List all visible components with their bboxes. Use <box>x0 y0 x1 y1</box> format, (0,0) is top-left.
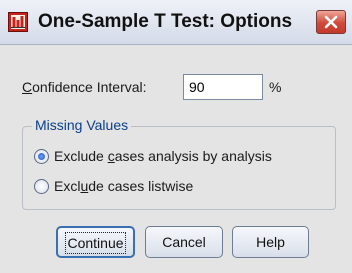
dialog-title: One-Sample T Test: Options <box>38 11 293 32</box>
exclude-listwise-radio[interactable] <box>34 179 49 194</box>
cancel-button[interactable]: Cancel <box>145 226 223 258</box>
exclude-analysis-by-analysis-label[interactable]: Exclude cases analysis by analysis <box>54 148 272 164</box>
help-button[interactable]: Help <box>232 226 309 258</box>
exclude-analysis-by-analysis-radio[interactable] <box>34 149 49 164</box>
percent-unit-label: % <box>269 79 282 95</box>
options-dialog: One-Sample T Test: Options Confidence In… <box>0 0 352 273</box>
title-bar[interactable]: One-Sample T Test: Options <box>0 0 352 45</box>
missing-values-group-title: Missing Values <box>32 117 132 133</box>
exclude-listwise-label[interactable]: Exclude cases listwise <box>54 178 193 194</box>
confidence-interval-label: Confidence Interval: <box>22 79 147 95</box>
confidence-interval-input[interactable] <box>183 74 263 100</box>
close-button[interactable] <box>316 10 346 34</box>
close-icon <box>324 15 338 29</box>
missing-values-group <box>22 126 336 210</box>
spss-app-icon <box>8 12 28 32</box>
continue-button[interactable]: Continue <box>56 226 135 258</box>
